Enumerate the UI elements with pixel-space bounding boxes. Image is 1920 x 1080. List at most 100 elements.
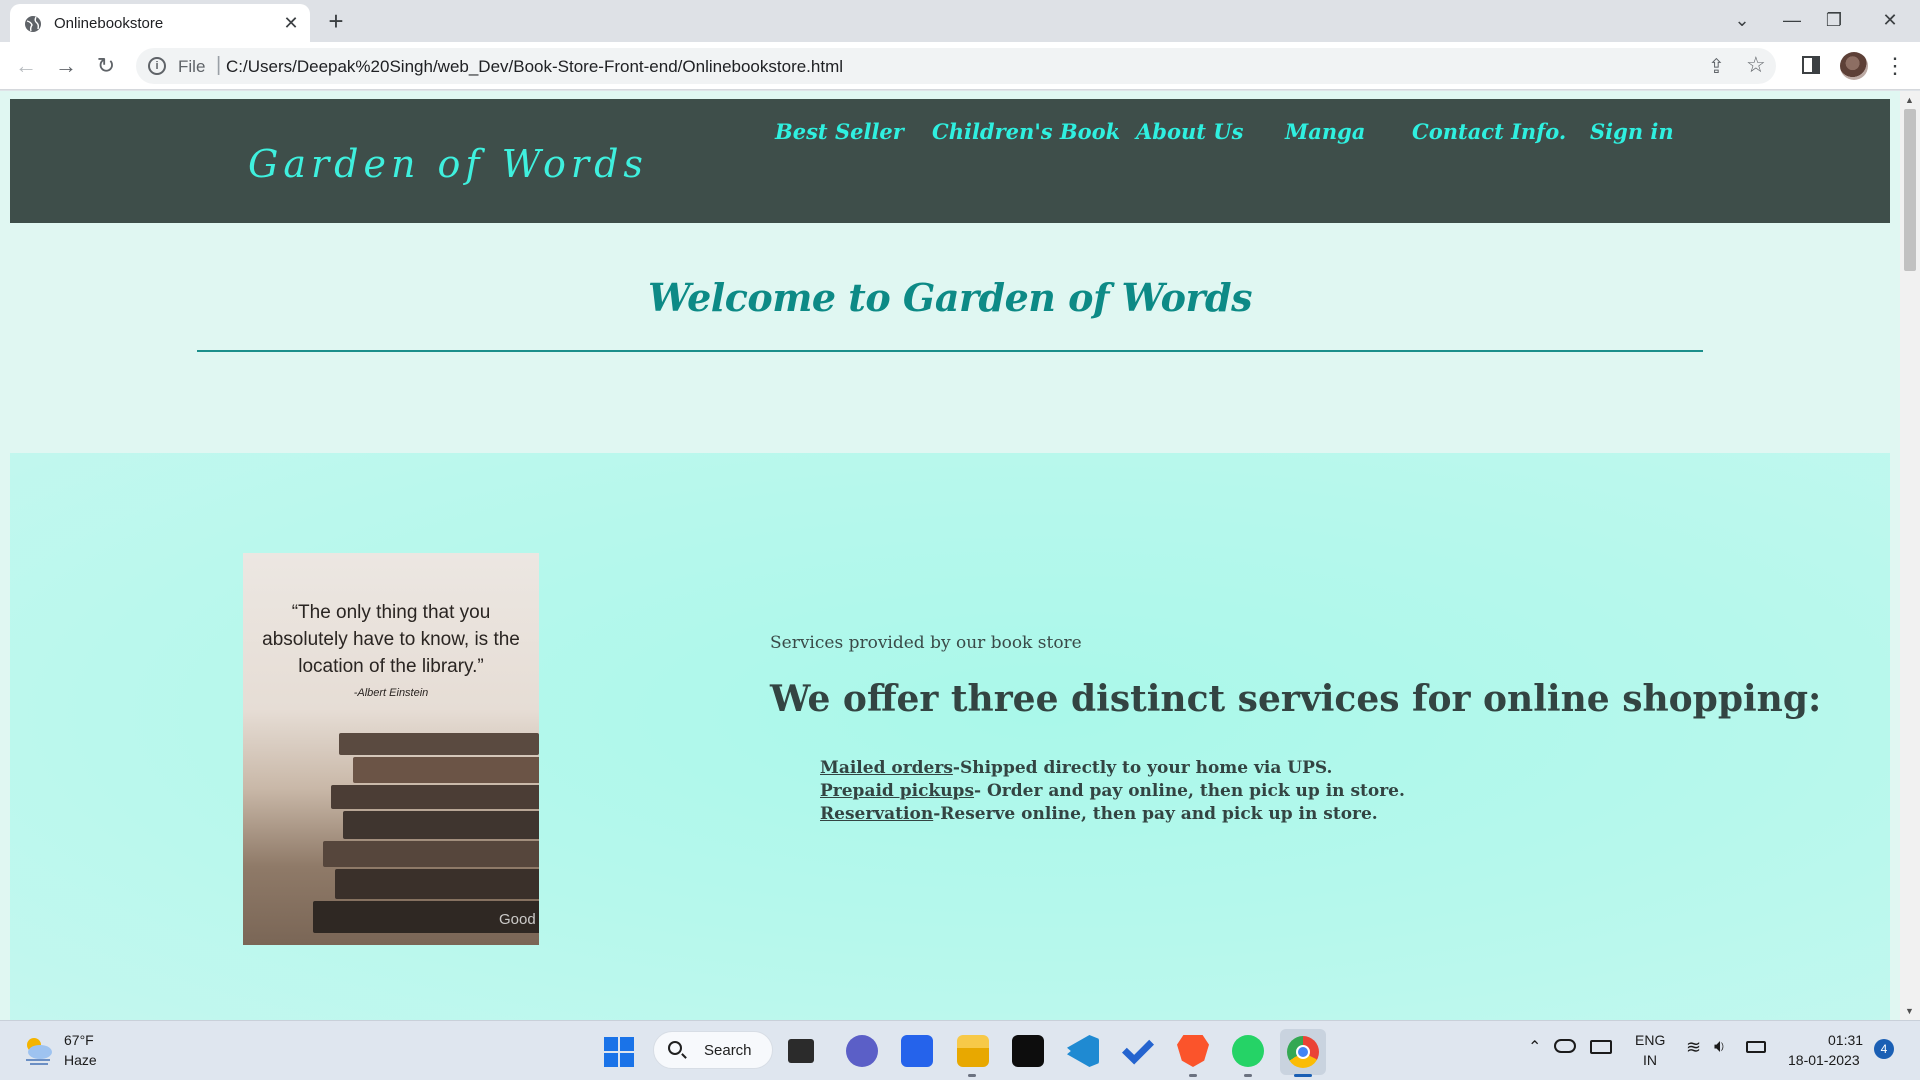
page-viewport: Garden of Words Best Seller Children's B… (0, 91, 1920, 1020)
address-bar[interactable]: i File | C:/Users/Deepak%20Singh/web_Dev… (136, 48, 1776, 84)
onedrive-cloud-icon[interactable] (1554, 1039, 1576, 1053)
adobe-express-icon[interactable] (1012, 1035, 1044, 1067)
running-indicator (1244, 1074, 1252, 1077)
weather-temperature[interactable]: 67°F (64, 1032, 94, 1048)
image-quote-author: -Albert Einstein (353, 687, 429, 699)
tab-title: Onlinebookstore (54, 15, 164, 32)
address-separator: | (216, 54, 222, 76)
windows-logo-tile (620, 1037, 634, 1051)
service-description: -Reserve online, then pay and pick up in… (933, 804, 1378, 824)
running-indicator (968, 1074, 976, 1077)
browser-tab[interactable]: Onlinebookstore ✕ (10, 4, 310, 42)
show-hidden-icons-chevron-icon[interactable]: ⌃ (1528, 1037, 1541, 1057)
search-label: Search (704, 1042, 752, 1059)
nav-sign-in[interactable]: Sign in (1590, 119, 1674, 144)
scheme-label: File (178, 57, 206, 76)
volume-icon[interactable]: 🔉︎ (1714, 1036, 1725, 1057)
todo-icon[interactable] (1122, 1039, 1154, 1065)
book-stack-shape (353, 757, 539, 783)
list-item: Reservation-Reserve online, then pay and… (820, 803, 1405, 826)
scroll-down-arrow-icon[interactable]: ▼ (1905, 1006, 1914, 1016)
task-view-icon[interactable] (788, 1039, 814, 1063)
services-intro: Services provided by our book store (770, 633, 1082, 653)
nav-about-us[interactable]: About Us (1136, 119, 1243, 144)
weather-haze-icon[interactable] (22, 1035, 54, 1065)
url-text[interactable]: C:/Users/Deepak%20Singh/web_Dev/Book-Sto… (226, 57, 843, 77)
close-window-button[interactable]: ✕ (1870, 6, 1910, 34)
image-quote-text: “The only thing that you absolutely have… (262, 602, 520, 677)
chrome-icon (1287, 1036, 1319, 1068)
active-indicator (1294, 1074, 1312, 1077)
tab-search-dropdown-icon[interactable]: ⌄ (1722, 6, 1762, 34)
mailed-orders-link[interactable]: Mailed orders (820, 758, 953, 778)
back-arrow-icon[interactable]: ← (12, 52, 40, 80)
search-icon (668, 1041, 682, 1055)
nav-contact-info[interactable]: Contact Info. (1412, 119, 1566, 144)
book-stack-shape (343, 811, 539, 839)
book-stack-shape (339, 733, 539, 755)
windows-logo-tile (620, 1053, 634, 1067)
list-item: Prepaid pickups- Order and pay online, t… (820, 780, 1405, 803)
service-description: -Shipped directly to your home via UPS. (952, 758, 1333, 778)
book-stack-shape (323, 841, 539, 867)
nav-childrens-book[interactable]: Children's Book (932, 119, 1120, 144)
globe-icon (25, 16, 41, 32)
book-stack-shape (335, 869, 539, 899)
chrome-active-highlight[interactable] (1280, 1029, 1326, 1075)
taskbar: 67°F Haze Search ⌃ ENG IN ≋ 🔉︎ 01:31 18-… (0, 1020, 1920, 1080)
page-scrollbar[interactable]: ▲ ▼ (1900, 91, 1920, 1020)
library-quote-image: “The only thing that you absolutely have… (243, 553, 539, 945)
whatsapp-icon[interactable] (1232, 1035, 1264, 1067)
weather-condition[interactable]: Haze (64, 1052, 97, 1068)
side-panel-icon[interactable] (1802, 56, 1820, 74)
clock-time[interactable]: 01:31 (1828, 1032, 1863, 1048)
image-watermark: Good (499, 911, 536, 928)
tab-strip: Onlinebookstore ✕ + ⌄ — ❐ ✕ (0, 0, 1920, 42)
language-indicator[interactable]: ENG (1635, 1032, 1665, 1048)
profile-avatar[interactable] (1840, 52, 1868, 80)
site-header: Garden of Words Best Seller Children's B… (10, 99, 1890, 223)
services-list: Mailed orders-Shipped directly to your h… (820, 757, 1405, 826)
forward-arrow-icon[interactable]: → (52, 52, 80, 80)
prepaid-pickups-link[interactable]: Prepaid pickups (820, 781, 974, 801)
book-stack-shape (331, 785, 539, 809)
reservation-link[interactable]: Reservation (820, 804, 933, 824)
list-item: Mailed orders-Shipped directly to your h… (820, 757, 1405, 780)
site-info-icon[interactable]: i (148, 57, 166, 75)
running-indicator (1189, 1074, 1197, 1077)
browser-menu-icon[interactable]: ⋮ (1884, 52, 1906, 80)
tab-close-icon[interactable]: ✕ (280, 12, 302, 34)
new-tab-button[interactable]: + (322, 8, 350, 36)
wifi-icon[interactable]: ≋ (1686, 1037, 1701, 1058)
restore-button[interactable]: ❐ (1814, 6, 1854, 34)
clock-date[interactable]: 18-01-2023 (1788, 1052, 1860, 1068)
touch-keyboard-icon[interactable] (1590, 1040, 1612, 1054)
services-heading: We offer three distinct services for onl… (770, 678, 1822, 720)
welcome-heading: Welcome to Garden of Words (648, 275, 1252, 320)
bookmark-star-icon[interactable]: ☆ (1746, 52, 1766, 78)
reload-icon[interactable]: ↻ (92, 52, 120, 80)
browser-toolbar: ← → ↻ i File | C:/Users/Deepak%20Singh/w… (0, 42, 1920, 90)
services-section: “The only thing that you absolutely have… (10, 453, 1890, 1020)
input-region-indicator[interactable]: IN (1643, 1052, 1657, 1068)
share-icon[interactable]: ⇪ (1708, 54, 1725, 79)
microsoft-store-icon[interactable] (901, 1035, 933, 1067)
service-description: - Order and pay online, then pick up in … (974, 781, 1405, 801)
file-explorer-icon[interactable] (957, 1035, 989, 1067)
vs-code-icon[interactable] (1067, 1035, 1099, 1067)
minimize-button[interactable]: — (1772, 6, 1812, 34)
brave-browser-icon[interactable] (1177, 1035, 1209, 1067)
windows-logo-tile (604, 1037, 618, 1051)
battery-icon[interactable] (1746, 1041, 1766, 1053)
chrome-icon-center (1296, 1045, 1310, 1059)
nav-manga[interactable]: Manga (1285, 119, 1365, 144)
notification-badge[interactable]: 4 (1874, 1039, 1894, 1059)
heading-divider (197, 350, 1703, 352)
chat-icon[interactable] (846, 1035, 878, 1067)
scrollbar-thumb[interactable] (1904, 109, 1916, 271)
taskbar-search[interactable]: Search (653, 1031, 773, 1069)
start-button[interactable] (604, 1037, 634, 1067)
scroll-up-arrow-icon[interactable]: ▲ (1905, 95, 1914, 105)
nav-best-seller[interactable]: Best Seller (775, 119, 904, 144)
site-logo[interactable]: Garden of Words (248, 142, 648, 186)
